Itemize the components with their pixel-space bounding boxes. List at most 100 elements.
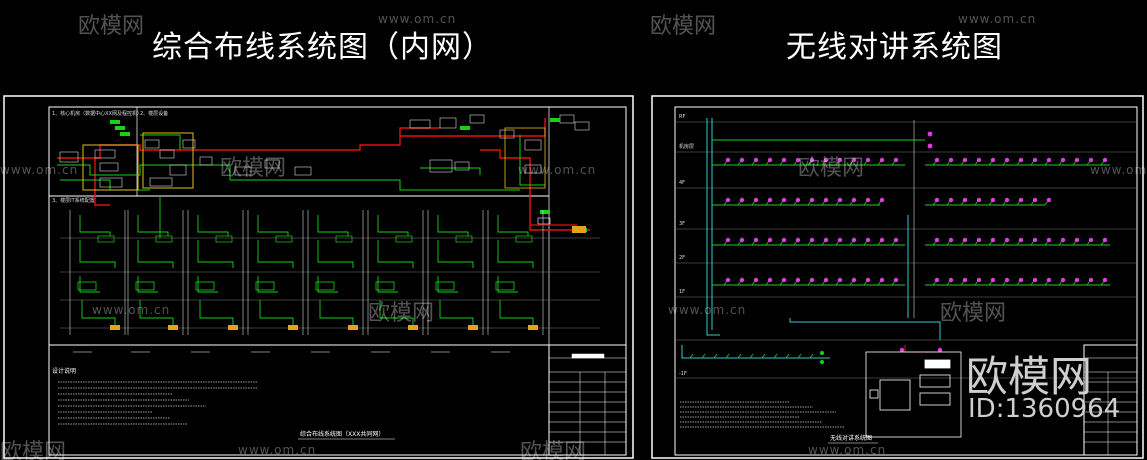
- antenna-icon: [1032, 237, 1038, 243]
- equipment-box: [454, 161, 470, 171]
- antenna-icon: [823, 237, 829, 243]
- antenna-icon: [809, 277, 815, 283]
- left-drawing-caption: 综合布线系统图（XXX共同网）: [300, 430, 384, 438]
- antenna-icon: [1004, 157, 1010, 163]
- left-floor-columns: [69, 196, 577, 353]
- antenna-nodes: [689, 131, 1108, 364]
- orange-node: [572, 226, 586, 233]
- floor-switch: [135, 281, 155, 291]
- antenna-icon: [1004, 197, 1010, 203]
- antenna-icon: [865, 277, 871, 283]
- right-drawing-caption: 无线对讲系统图: [830, 434, 872, 442]
- antenna-icon: [865, 157, 871, 163]
- green-drop: [257, 240, 294, 268]
- antenna-icon: [1088, 277, 1094, 283]
- green-drop: [317, 240, 354, 268]
- antenna-icon: [948, 237, 954, 243]
- green-drop: [257, 215, 289, 236]
- antenna-icon: [962, 157, 968, 163]
- green-patch: [115, 126, 125, 130]
- antenna-icon: [725, 157, 731, 163]
- antenna-icon: [893, 237, 899, 243]
- antenna-icon: [899, 347, 905, 353]
- floor-switch: [215, 235, 233, 243]
- equipment-box: [574, 121, 590, 131]
- antenna-icon: [781, 157, 787, 163]
- antenna-icon: [893, 157, 899, 163]
- antenna-icon: [962, 237, 968, 243]
- antenna-icon: [1046, 277, 1052, 283]
- outlet-node: [168, 325, 178, 330]
- antenna-icon: [837, 197, 843, 203]
- right-notes-lines: [680, 401, 845, 428]
- antenna-icon: [879, 237, 885, 243]
- floor-switch: [315, 281, 335, 291]
- floor-switch: [275, 235, 293, 243]
- antenna-icon: [837, 277, 843, 283]
- floor-switch: [77, 281, 97, 291]
- left-equipment-group: [59, 114, 590, 233]
- antenna-icon: [1032, 277, 1038, 283]
- left-section-label-1: 1、核心机房（数据中心XX网及程控机）: [52, 110, 142, 117]
- watermark-logo: 欧模网: [940, 301, 1007, 326]
- antenna-icon: [1004, 277, 1010, 283]
- antenna-icon: [1074, 157, 1080, 163]
- antenna-icon: [809, 197, 815, 203]
- antenna-icon: [1004, 237, 1010, 243]
- antenna-icon: [865, 197, 871, 203]
- antenna-icon: [1060, 277, 1066, 283]
- outlet-node: [228, 325, 238, 330]
- equipment-box: [99, 162, 119, 172]
- antenna-icon: [976, 277, 982, 283]
- antenna-icon: [1074, 277, 1080, 283]
- antenna-icon: [934, 197, 940, 203]
- antenna-icon: [1074, 237, 1080, 243]
- green-network-lines: [57, 134, 545, 191]
- antenna-icon: [1088, 157, 1094, 163]
- watermark-url: www.om.cn: [92, 303, 171, 317]
- antenna-stub: [701, 353, 706, 359]
- green-patch: [460, 126, 470, 130]
- antenna-stub: [761, 353, 766, 359]
- outlet-node: [348, 325, 358, 330]
- antenna-icon: [795, 237, 801, 243]
- left-section-label-2: 2、楼层设备: [140, 110, 168, 117]
- antenna-stub: [689, 353, 694, 359]
- left-notes-lines: [58, 381, 258, 425]
- watermark-url: www.om.cn: [378, 12, 457, 26]
- floor-label: 1F: [679, 289, 685, 295]
- green-drop: [319, 300, 354, 325]
- green-drop: [497, 215, 529, 236]
- floor-switch: [375, 281, 395, 291]
- antenna-icon: [934, 157, 940, 163]
- equipment-box: [149, 177, 173, 187]
- outlet-node: [528, 325, 538, 330]
- floor-switch: [195, 281, 215, 291]
- watermark-url: www.om.cn: [0, 163, 79, 177]
- green-drop: [137, 215, 169, 236]
- watermark-url: www.om.cn: [518, 163, 597, 177]
- green-patch: [120, 132, 130, 136]
- equipment-box: [439, 117, 457, 129]
- green-drop: [437, 240, 474, 268]
- antenna-icon: [1102, 237, 1108, 243]
- antenna-icon: [739, 197, 745, 203]
- antenna-icon: [753, 157, 759, 163]
- antenna-icon: [976, 157, 982, 163]
- antenna-stub: [749, 353, 754, 359]
- watermark-logo: 欧模网: [0, 440, 67, 460]
- cad-screenshot: 综合布线系统图（内网） 无线对讲系统图 1、核心机房（数据中心XX网及程控机） …: [0, 0, 1147, 460]
- green-drop: [259, 300, 294, 325]
- left-sheet-inner-frame: [48, 106, 627, 456]
- antenna-stub: [773, 353, 778, 359]
- antenna-icon: [934, 277, 940, 283]
- antenna-icon: [865, 237, 871, 243]
- equipment-box: [294, 166, 312, 176]
- antenna-icon: [976, 197, 982, 203]
- antenna-icon: [725, 237, 731, 243]
- antenna-icon: [767, 237, 773, 243]
- antenna-icon: [851, 197, 857, 203]
- antenna-icon: [767, 157, 773, 163]
- antenna-icon: [879, 277, 885, 283]
- green-drop: [437, 215, 469, 236]
